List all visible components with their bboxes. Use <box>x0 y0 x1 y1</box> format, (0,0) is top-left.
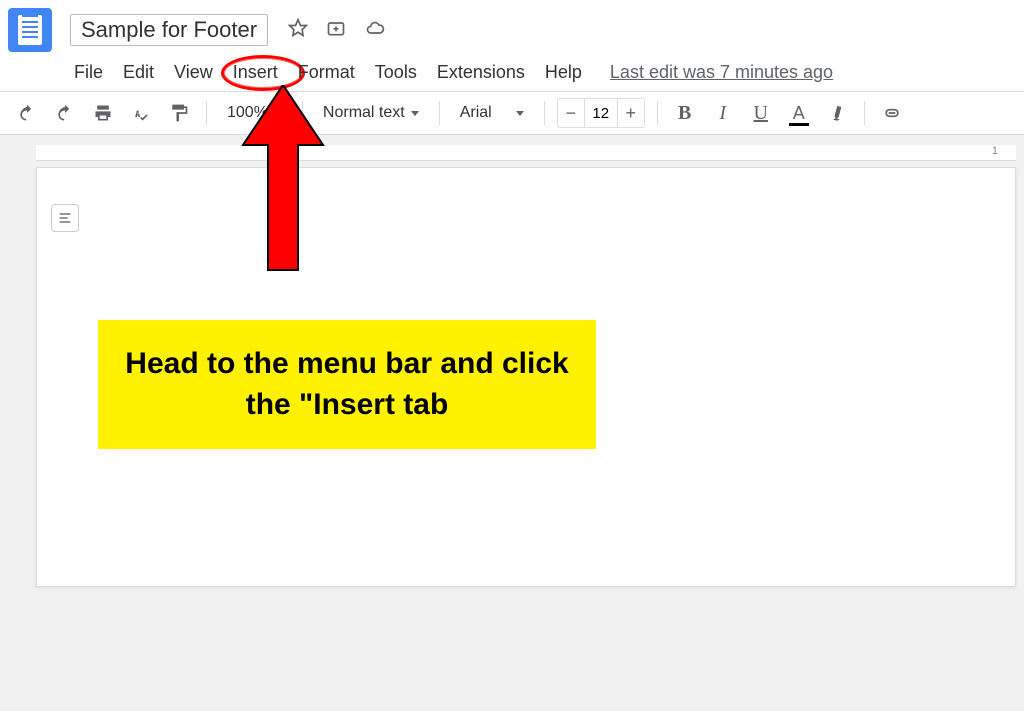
print-button[interactable] <box>88 98 118 128</box>
increase-font-button[interactable]: + <box>618 99 644 127</box>
chevron-down-icon <box>411 111 419 116</box>
font-value: Arial <box>460 104 492 122</box>
ruler[interactable]: 1 <box>36 145 1016 161</box>
bold-button[interactable]: B <box>670 98 700 128</box>
menu-bar: File Edit View Insert Format Tools Exten… <box>8 56 1024 91</box>
zoom-dropdown[interactable]: 100% <box>219 100 290 126</box>
move-icon[interactable] <box>326 18 346 43</box>
menu-edit[interactable]: Edit <box>123 62 154 83</box>
toolbar: 100% Normal text Arial − + B I U A <box>0 92 1024 135</box>
zoom-value: 100% <box>227 104 268 122</box>
style-value: Normal text <box>323 104 405 122</box>
separator <box>544 101 545 125</box>
menu-extensions[interactable]: Extensions <box>437 62 525 83</box>
paint-format-button[interactable] <box>164 98 194 128</box>
menu-format[interactable]: Format <box>298 62 355 83</box>
highlight-color-button[interactable] <box>816 93 857 134</box>
last-edit-link[interactable]: Last edit was 7 minutes ago <box>610 62 833 83</box>
italic-button[interactable]: I <box>708 98 738 128</box>
menu-help[interactable]: Help <box>545 62 582 83</box>
decrease-font-button[interactable]: − <box>558 99 584 127</box>
docs-logo-icon[interactable] <box>8 8 52 52</box>
redo-button[interactable] <box>50 98 80 128</box>
insert-link-button[interactable] <box>877 98 907 128</box>
menu-insert[interactable]: Insert <box>233 62 278 83</box>
separator <box>206 101 207 125</box>
text-color-button[interactable]: A <box>784 98 814 128</box>
cloud-status-icon[interactable] <box>364 18 386 43</box>
undo-button[interactable] <box>12 98 42 128</box>
menu-file[interactable]: File <box>74 62 103 83</box>
menu-tools[interactable]: Tools <box>375 62 417 83</box>
menu-view[interactable]: View <box>174 62 213 83</box>
separator <box>864 101 865 125</box>
document-outline-button[interactable] <box>51 204 79 232</box>
style-dropdown[interactable]: Normal text <box>315 100 427 126</box>
font-size-control: − + <box>557 98 645 128</box>
underline-button[interactable]: U <box>746 98 776 128</box>
star-icon[interactable] <box>288 18 308 43</box>
separator <box>302 101 303 125</box>
annotation-callout: Head to the menu bar and click the "Inse… <box>98 320 596 449</box>
menu-insert-label: Insert <box>233 62 278 82</box>
document-title-input[interactable]: Sample for Footer <box>70 14 268 46</box>
separator <box>657 101 658 125</box>
title-icons <box>288 18 386 43</box>
chevron-down-icon <box>274 111 282 116</box>
ruler-mark: 1 <box>992 145 998 157</box>
separator <box>439 101 440 125</box>
font-dropdown[interactable]: Arial <box>452 100 532 126</box>
header-bar: Sample for Footer File Edit View Insert … <box>0 0 1024 92</box>
title-box: Sample for Footer <box>70 14 268 46</box>
font-size-input[interactable] <box>584 99 618 127</box>
spellcheck-button[interactable] <box>126 98 156 128</box>
title-row: Sample for Footer <box>8 8 1024 52</box>
chevron-down-icon <box>516 111 524 116</box>
